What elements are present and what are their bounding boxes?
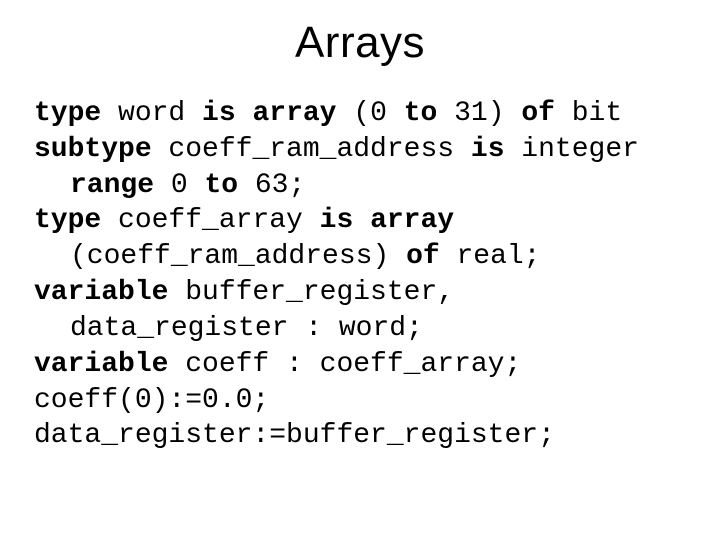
code-text: 31) <box>437 98 521 129</box>
code-text: coeff_ram_address <box>152 134 471 165</box>
code-text: data_register:=buffer_register; <box>34 420 555 451</box>
code-text: real; <box>440 241 541 272</box>
code-line: type word is array (0 to 31) of bit <box>34 96 686 132</box>
keyword-is: is <box>202 98 236 129</box>
code-text: coeff(0):=0.0; <box>34 385 269 416</box>
code-text: word <box>101 98 202 129</box>
keyword-array: array <box>252 98 336 129</box>
code-text: bit <box>555 98 622 129</box>
keyword-subtype: subtype <box>34 134 152 165</box>
code-text: 0 <box>154 170 204 201</box>
keyword-is: is <box>320 205 354 236</box>
code-text: 63; <box>238 170 305 201</box>
keyword-variable: variable <box>34 277 168 308</box>
keyword-variable: variable <box>34 349 168 380</box>
code-text: coeff : coeff_array; <box>168 349 521 380</box>
code-line: subtype coeff_ram_address is integer ran… <box>34 132 686 204</box>
code-text: integer <box>505 134 639 165</box>
keyword-type: type <box>34 205 101 236</box>
code-line: data_register:=buffer_register; <box>34 418 686 454</box>
keyword-to: to <box>404 98 438 129</box>
keyword-range: range <box>70 170 154 201</box>
code-line: variable buffer_register, data_register … <box>34 275 686 347</box>
keyword-array: array <box>370 205 454 236</box>
code-text: (coeff_ram_address) <box>70 241 406 272</box>
code-line: type coeff_array is array (coeff_ram_add… <box>34 203 686 275</box>
keyword-is: is <box>471 134 505 165</box>
code-line: coeff(0):=0.0; <box>34 383 686 419</box>
slide-title: Arrays <box>34 18 686 68</box>
slide: Arrays type word is array (0 to 31) of b… <box>0 0 720 540</box>
keyword-of: of <box>406 241 440 272</box>
code-text: coeff_array <box>101 205 319 236</box>
code-block: type word is array (0 to 31) of bit subt… <box>34 96 686 454</box>
code-line: variable coeff : coeff_array; <box>34 347 686 383</box>
keyword-of: of <box>521 98 555 129</box>
code-text: (0 <box>336 98 403 129</box>
keyword-type: type <box>34 98 101 129</box>
keyword-to: to <box>204 170 238 201</box>
